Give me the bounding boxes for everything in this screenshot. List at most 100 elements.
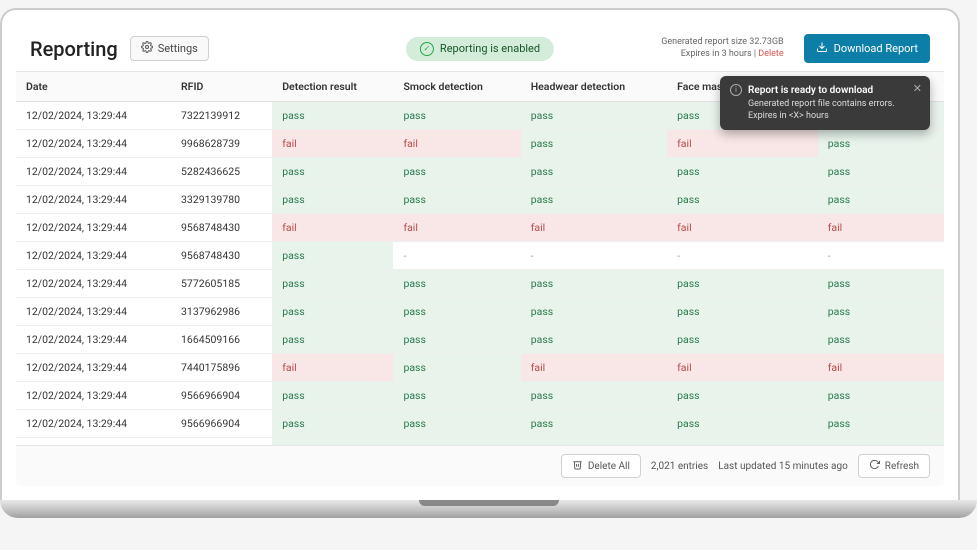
cell-result: pass [667,438,818,446]
cell-rfid: 9968628739 [171,130,272,158]
cell-result: fail [667,214,818,242]
cell-date: 12/02/2024, 13:29:44 [16,130,171,158]
settings-label: Settings [158,42,198,55]
table-row[interactable]: 12/02/2024, 13:29:441664509166passpasspa… [16,326,944,354]
cell-result: - [393,242,520,270]
cell-result: pass [393,326,520,354]
table-row[interactable]: 12/02/2024, 13:29:449566966904passpasspa… [16,438,944,446]
toast-notification: i ✕ Report is ready to download Generate… [720,76,930,130]
cell-date: 12/02/2024, 13:29:44 [16,270,171,298]
cell-result: pass [667,326,818,354]
table-row[interactable]: 12/02/2024, 13:29:443137962986passpasspa… [16,298,944,326]
cell-result: pass [937,326,944,354]
cell-result: pass [521,102,667,130]
cell-result: pass [521,410,667,438]
cell-result: pass [521,438,667,446]
cell-result: pass [393,438,520,446]
footer-bar: Delete All 2,021 entries Last updated 15… [16,445,944,486]
cell-result: pass [937,438,944,446]
report-expires: Expires in 3 hours [681,49,752,59]
column-header: Headwear detection [521,72,667,102]
cell-result: fail [393,214,520,242]
cell-result: fail [937,354,944,382]
cell-result: pass [521,326,667,354]
table-row[interactable]: 12/02/2024, 13:29:449968628739failfailpa… [16,130,944,158]
cell-result: fail [393,130,520,158]
cell-result: pass [937,298,944,326]
gear-icon [141,41,153,56]
cell-result: pass [521,270,667,298]
table-row[interactable]: 12/02/2024, 13:29:445772605185passpasspa… [16,270,944,298]
cell-date: 12/02/2024, 13:29:44 [16,242,171,270]
cell-rfid: 7440175896 [171,354,272,382]
close-icon[interactable]: ✕ [913,82,922,96]
cell-result: - [521,242,667,270]
cell-result: - [667,242,818,270]
delete-all-label: Delete All [588,461,630,472]
page-title: Reporting [30,37,118,61]
toast-title: Report is ready to download [748,84,920,97]
table-row[interactable]: 12/02/2024, 13:29:449566966904passpasspa… [16,410,944,438]
check-icon: ✓ [420,42,434,56]
cell-result: pass [667,186,818,214]
cell-result: pass [521,158,667,186]
cell-result: pass [937,410,944,438]
cell-result: fail [521,354,667,382]
cell-result: pass [521,186,667,214]
refresh-icon [869,459,880,473]
cell-result: pass [393,382,520,410]
cell-result: pass [521,298,667,326]
column-header: Date [16,72,171,102]
toast-line1: Generated report file contains errors. [748,99,920,111]
cell-result: pass [393,102,520,130]
cell-result: pass [272,438,393,446]
cell-result: pass [818,186,938,214]
cell-rfid: 9568748430 [171,214,272,242]
refresh-label: Refresh [885,461,919,472]
laptop-base [0,500,977,518]
delete-link[interactable]: Delete [758,49,783,59]
cell-result: pass [393,354,520,382]
cell-result: pass [937,102,944,130]
cell-result: pass [272,326,393,354]
cell-result: pass [937,130,944,158]
cell-rfid: 3137962986 [171,298,272,326]
cell-date: 12/02/2024, 13:29:44 [16,438,171,446]
cell-rfid: 9566966904 [171,438,272,446]
refresh-button[interactable]: Refresh [858,454,930,478]
cell-date: 12/02/2024, 13:29:44 [16,186,171,214]
column-header: RFID [171,72,272,102]
cell-result: pass [272,186,393,214]
table-row[interactable]: 12/02/2024, 13:29:449568748430pass------ [16,242,944,270]
cell-result: pass [272,410,393,438]
cell-result: pass [818,270,938,298]
cell-result: fail [937,214,944,242]
download-report-button[interactable]: Download Report [804,34,930,63]
cell-rfid: 9566966904 [171,382,272,410]
cell-result: pass [937,158,944,186]
cell-result: pass [393,158,520,186]
table-row[interactable]: 12/02/2024, 13:29:443329139780passpasspa… [16,186,944,214]
cell-result: pass [818,326,938,354]
cell-result: pass [937,270,944,298]
last-updated: Last updated 15 minutes ago [718,461,848,472]
table-row[interactable]: 12/02/2024, 13:29:447440175896failpassfa… [16,354,944,382]
cell-date: 12/02/2024, 13:29:44 [16,410,171,438]
enabled-label: Reporting is enabled [440,42,540,55]
delete-all-button[interactable]: Delete All [561,454,641,478]
cell-result: pass [937,382,944,410]
settings-button[interactable]: Settings [130,36,209,61]
cell-result: pass [521,382,667,410]
cell-result: fail [818,354,938,382]
cell-rfid: 5282436625 [171,158,272,186]
table-row[interactable]: 12/02/2024, 13:29:449566966904passpasspa… [16,382,944,410]
cell-result: pass [818,130,938,158]
table-row[interactable]: 12/02/2024, 13:29:445282436625passpasspa… [16,158,944,186]
cell-date: 12/02/2024, 13:29:44 [16,214,171,242]
table-row[interactable]: 12/02/2024, 13:29:449568748430 fail fail fa… [16,214,944,242]
cell-result: pass [818,410,938,438]
cell-date: 12/02/2024, 13:29:44 [16,158,171,186]
cell-result: pass [393,186,520,214]
download-icon [816,41,828,56]
cell-rfid: 9568748430 [171,242,272,270]
